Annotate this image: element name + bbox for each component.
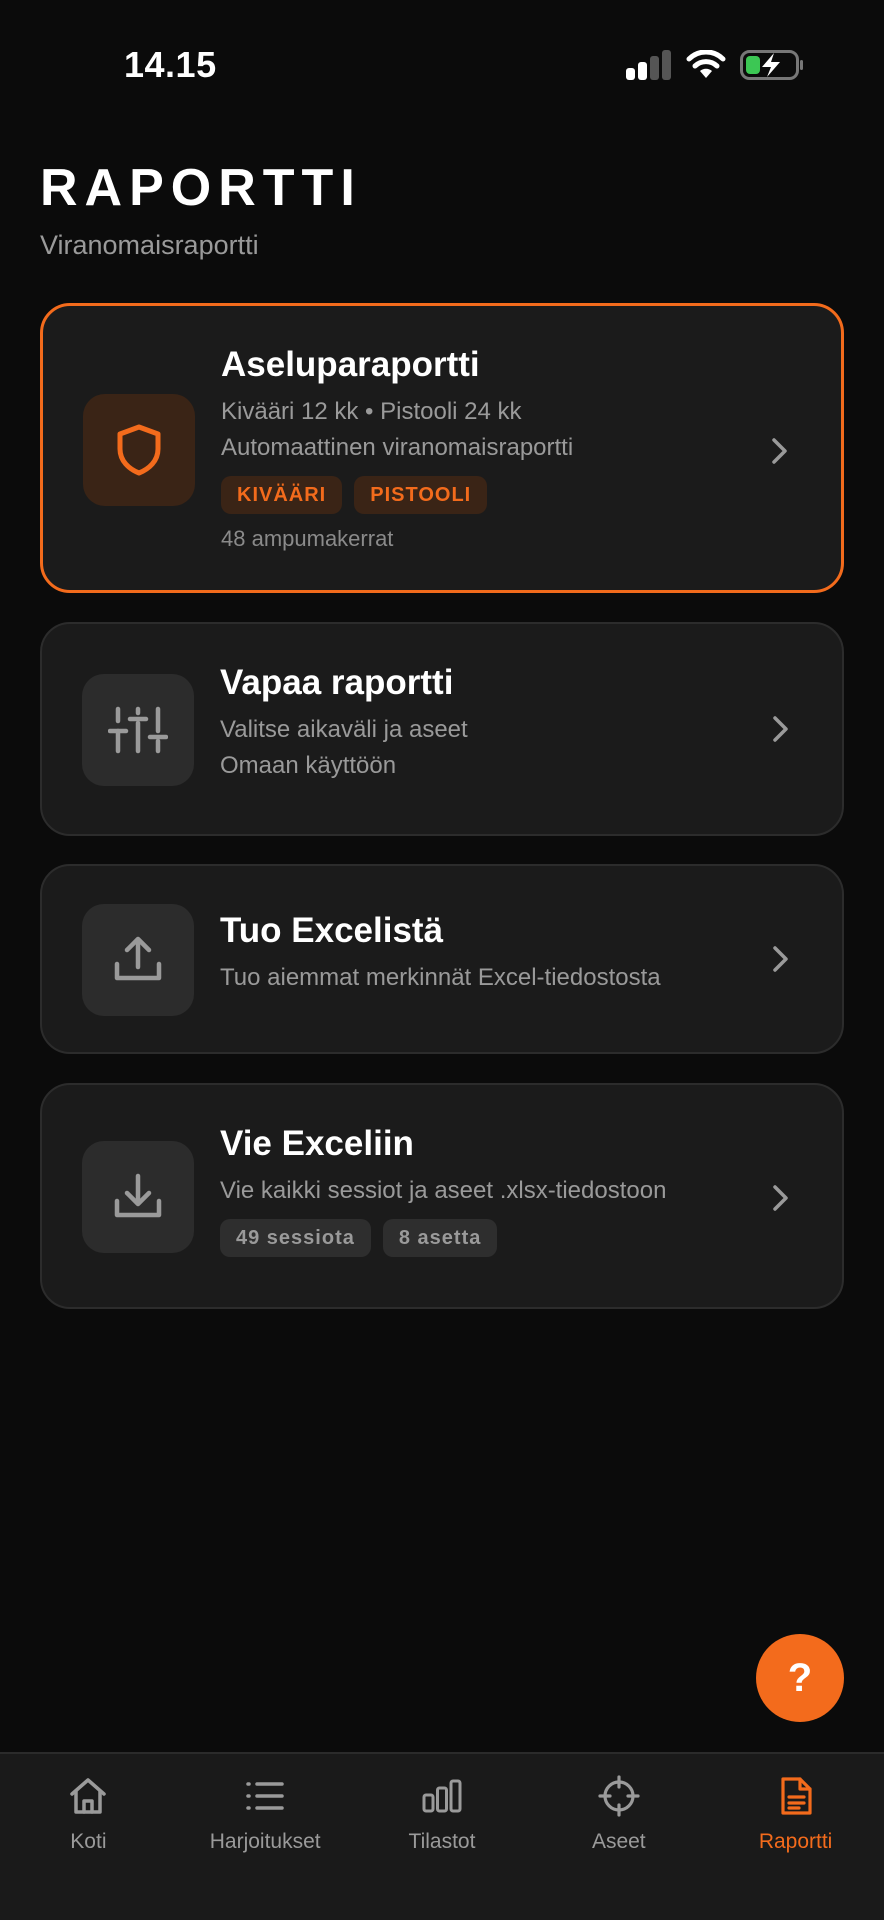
- card-description: Tuo aiemmat merkinnät Excel-tiedostosta: [220, 964, 661, 991]
- tab-label: Koti: [70, 1830, 107, 1853]
- card-import-excel[interactable]: Tuo Excelistä Tuo aiemmat merkinnät Exce…: [40, 864, 844, 1054]
- document-icon: [780, 1777, 812, 1815]
- page-title: RAPORTTI: [40, 159, 362, 217]
- chevron-right-icon: [773, 1185, 788, 1211]
- sliders-icon: [108, 706, 168, 754]
- page-header: RAPORTTI Viranomaisraportti: [40, 158, 362, 261]
- battery-charging-icon: [740, 50, 803, 80]
- status-bar: 14.15: [0, 0, 884, 130]
- crosshair-icon: [598, 1775, 640, 1817]
- tag-pistooli: PISTOOLI: [354, 476, 488, 514]
- tab-label: Harjoitukset: [209, 1830, 321, 1853]
- cellular-signal-icon: [626, 50, 672, 80]
- card-icon-container: [82, 904, 194, 1016]
- card-description: Kivääri 12 kk • Pistooli 24 kk: [221, 398, 522, 425]
- help-button[interactable]: ?: [756, 1634, 844, 1722]
- card-description: Omaan käyttöön: [220, 752, 397, 779]
- list-icon: [246, 1782, 284, 1810]
- tab-raportti[interactable]: Raportti: [707, 1754, 884, 1920]
- tab-label: Aseet: [591, 1830, 646, 1853]
- card-description: Automaattinen viranomaisraportti: [221, 434, 574, 461]
- card-title: Aseluparaportti: [221, 345, 480, 384]
- tag-kivaari: KIVÄÄRI: [221, 476, 343, 514]
- session-count-text: 48 ampumakerrat: [221, 526, 394, 551]
- weapons-count-badge: 8 asetta: [382, 1219, 498, 1257]
- card-icon-container: [82, 674, 194, 786]
- bar-chart-icon: [422, 1779, 462, 1813]
- tab-tilastot[interactable]: Tilastot: [354, 1754, 531, 1920]
- card-title: Tuo Excelistä: [220, 911, 444, 950]
- card-icon-container: [82, 1141, 194, 1253]
- status-time: 14.15: [124, 44, 217, 85]
- sessions-count-badge: 49 sessiota: [220, 1219, 371, 1257]
- page-subtitle: Viranomaisraportti: [40, 230, 259, 260]
- tab-koti[interactable]: Koti: [0, 1754, 177, 1920]
- card-title: Vie Exceliin: [220, 1124, 414, 1163]
- card-title: Vapaa raportti: [220, 663, 454, 702]
- download-icon: [114, 1173, 162, 1218]
- card-free-report[interactable]: Vapaa raportti Valitse aikaväli ja aseet…: [40, 622, 844, 836]
- tab-label: Tilastot: [408, 1830, 476, 1853]
- shield-icon: [117, 424, 161, 476]
- bottom-tab-bar: Koti Harjoitukset Tilastot Aseet Raportt…: [0, 1752, 884, 1920]
- card-export-excel[interactable]: Vie Exceliin Vie kaikki sessiot ja aseet…: [40, 1083, 844, 1309]
- chevron-right-icon: [772, 438, 787, 464]
- chevron-right-icon: [773, 946, 788, 972]
- upload-icon: [114, 936, 162, 981]
- card-aselupa-report[interactable]: Aseluparaportti Kivääri 12 kk • Pistooli…: [40, 303, 844, 593]
- card-description: Valitse aikaväli ja aseet: [220, 716, 468, 743]
- chevron-right-icon: [773, 716, 788, 742]
- tab-aseet[interactable]: Aseet: [530, 1754, 707, 1920]
- wifi-icon: [686, 50, 726, 78]
- home-icon: [70, 1778, 107, 1814]
- tab-label: Raportti: [758, 1830, 833, 1853]
- card-icon-container: [83, 394, 195, 506]
- tab-harjoitukset[interactable]: Harjoitukset: [177, 1754, 354, 1920]
- card-description: Vie kaikki sessiot ja aseet .xlsx-tiedos…: [220, 1177, 667, 1204]
